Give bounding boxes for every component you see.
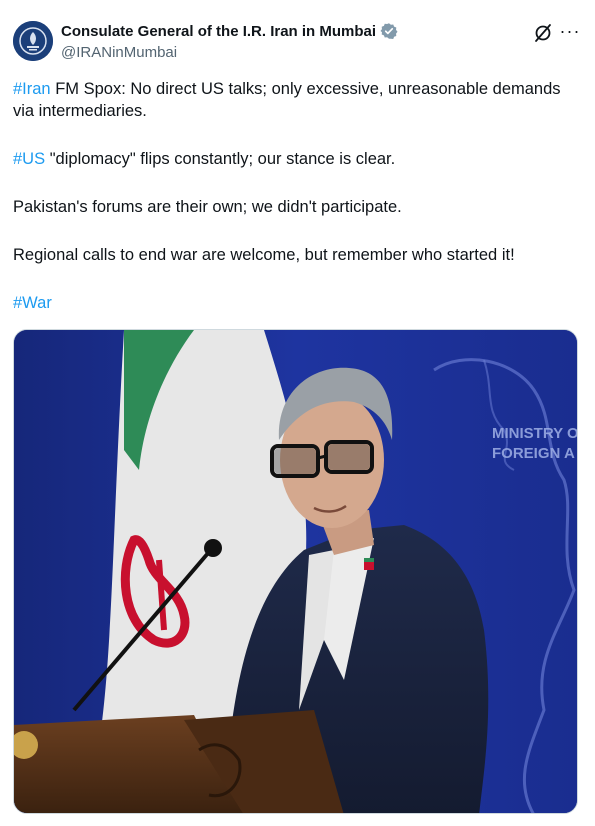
author-avatar[interactable] <box>13 21 53 61</box>
backdrop-text-line1: MINISTRY OF <box>492 425 578 442</box>
tweet-photo[interactable]: MINISTRY OF FOREIGN A <box>13 329 578 814</box>
hashtag-war-link[interactable]: #War <box>13 294 52 312</box>
hashtag-us-link[interactable]: #US <box>13 150 45 168</box>
tweet-paragraph: #Iran FM Spox: No direct US talks; only … <box>13 78 573 122</box>
backdrop-text-line2: FOREIGN A <box>492 445 575 462</box>
grok-icon[interactable] <box>532 22 554 44</box>
verified-badge-icon <box>380 22 398 40</box>
tweet-card: Consulate General of the I.R. Iran in Mu… <box>0 0 595 826</box>
paragraph-text: "diplomacy" flips constantly; our stance… <box>45 150 396 168</box>
paragraph-text: Pakistan's forums are their own; we didn… <box>13 198 402 216</box>
tweet-text: #Iran FM Spox: No direct US talks; only … <box>13 78 573 340</box>
paragraph-text: FM Spox: No direct US talks; only excess… <box>13 80 561 120</box>
tweet-paragraph: #War <box>13 292 573 314</box>
emblem-avatar-icon <box>13 21 53 61</box>
tweet-paragraph: #US "diplomacy" flips constantly; our st… <box>13 148 573 170</box>
tweet-paragraph: Regional calls to end war are welcome, b… <box>13 244 573 266</box>
author-display-name[interactable]: Consulate General of the I.R. Iran in Mu… <box>61 23 376 40</box>
paragraph-text: Regional calls to end war are welcome, b… <box>13 246 515 264</box>
more-icon[interactable]: ··· <box>559 22 581 44</box>
hashtag-iran-link[interactable]: #Iran <box>13 80 51 98</box>
author-handle[interactable]: @IRANinMumbai <box>61 44 177 61</box>
tweet-paragraph: Pakistan's forums are their own; we didn… <box>13 196 573 218</box>
